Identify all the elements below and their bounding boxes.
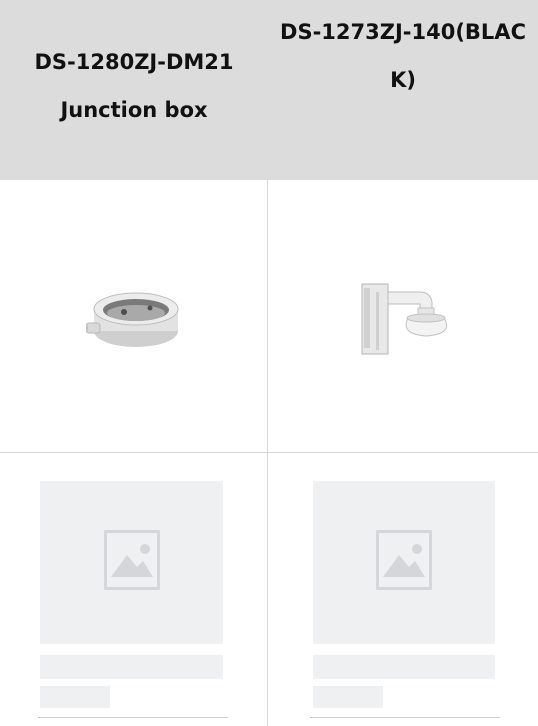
product-type: Junction box [60,98,208,122]
row-divider [0,452,538,453]
mountain-icon [383,544,425,577]
junction-box-image [86,292,179,347]
title-placeholder [313,655,495,679]
price-placeholder [40,686,110,708]
underline [38,717,228,718]
mountain-icon [111,544,153,577]
underline [310,717,500,718]
image-placeholder-icon [104,530,160,590]
column-header-ds-1280zj-dm21: DS-1280ZJ-DM21 Junction box [0,0,268,180]
column-header-ds-1273zj-140: DS-1273ZJ-140(BLACK) [268,0,538,180]
column-divider [267,180,268,726]
image-placeholder-icon [376,530,432,590]
model-name: DS-1280ZJ-DM21 [34,50,234,74]
table-header: DS-1280ZJ-DM21 Junction box DS-1273ZJ-14… [0,0,538,180]
title-placeholder [40,655,223,679]
wall-mount-bracket-image [361,283,448,355]
model-name: DS-1273ZJ-140(BLACK) [280,20,526,92]
price-placeholder [313,686,383,708]
